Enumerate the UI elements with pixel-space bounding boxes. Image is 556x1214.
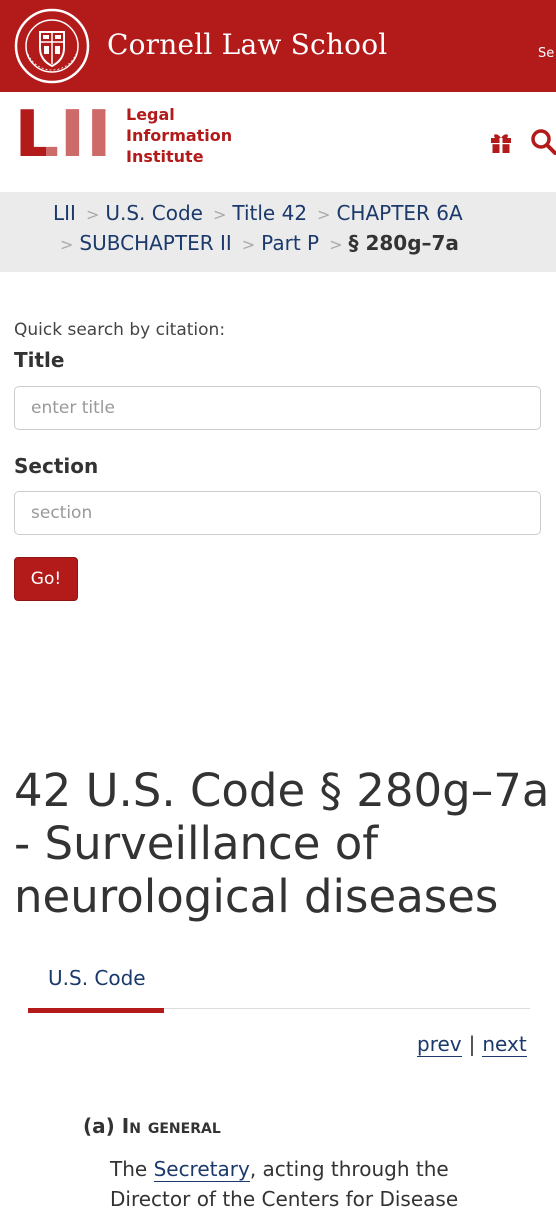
breadcrumb-item-part-p[interactable]: Part P	[261, 231, 319, 255]
breadcrumb-separator: >	[241, 235, 256, 254]
title-field-label: Title	[14, 348, 65, 372]
cornell-site-name[interactable]: Cornell Law School	[107, 28, 387, 61]
section-heading-text: In general	[121, 1114, 221, 1138]
breadcrumb-row-1: LII > U.S. Code > Title 42 > CHAPTER 6A	[53, 201, 463, 231]
section-heading: (a) In general	[83, 1114, 221, 1138]
search-icon[interactable]	[530, 128, 556, 156]
breadcrumb-separator: >	[60, 235, 74, 254]
breadcrumb: LII > U.S. Code > Title 42 > CHAPTER 6A > SUBCH…	[0, 192, 556, 272]
lii-name-line-1: Legal	[126, 105, 175, 124]
lii-header: LII Legal Information Institute	[0, 92, 556, 192]
lii-logo[interactable]: LII	[14, 104, 114, 160]
cornell-header: Cornell Law School Se	[0, 0, 556, 92]
breadcrumb-item-subchapter-ii[interactable]: SUBCHAPTER II	[79, 231, 231, 255]
breadcrumb-separator: >	[85, 205, 100, 224]
section-input[interactable]	[14, 491, 541, 535]
breadcrumb-current: § 280g–7a	[348, 231, 459, 255]
pager-separator: |	[468, 1032, 476, 1056]
tab-active-indicator	[28, 1008, 164, 1013]
section-body: The Secretary, acting through the Direct…	[110, 1154, 500, 1214]
breadcrumb-separator: >	[329, 235, 343, 254]
lii-name[interactable]: Legal Information Institute	[126, 104, 232, 167]
lii-name-line-2: Information	[126, 126, 233, 145]
cornell-search-link[interactable]: Se	[538, 46, 554, 61]
gift-icon[interactable]	[489, 130, 513, 154]
next-link[interactable]: next	[482, 1032, 527, 1057]
section-marker: (a)	[83, 1114, 115, 1138]
pager: prev | next	[417, 1032, 527, 1057]
section-field-label: Section	[14, 454, 99, 478]
tab-us-code[interactable]: U.S. Code	[48, 966, 146, 990]
secretary-link[interactable]: Secretary	[153, 1157, 250, 1182]
breadcrumb-item-lii[interactable]: LII	[53, 201, 76, 225]
page-title: 42 U.S. Code § 280g–7a - Surveillance of…	[14, 764, 550, 923]
go-button[interactable]: Go!	[14, 557, 78, 601]
breadcrumb-item-chapter-6a[interactable]: CHAPTER 6A	[336, 201, 462, 225]
breadcrumb-item-title-42[interactable]: Title 42	[232, 201, 307, 225]
breadcrumb-separator: >	[317, 205, 331, 224]
quick-search-intro: Quick search by citation:	[14, 320, 226, 340]
section-text-before: The	[110, 1157, 148, 1181]
cornell-seal-logo[interactable]	[14, 8, 90, 84]
prev-link[interactable]: prev	[417, 1032, 462, 1057]
title-input[interactable]	[14, 386, 541, 430]
breadcrumb-row-2: > SUBCHAPTER II > Part P > § 280g–7a	[50, 231, 459, 261]
breadcrumb-separator: >	[212, 205, 227, 224]
breadcrumb-item-us-code[interactable]: U.S. Code	[105, 201, 203, 225]
lii-name-line-3: Institute	[126, 147, 204, 166]
